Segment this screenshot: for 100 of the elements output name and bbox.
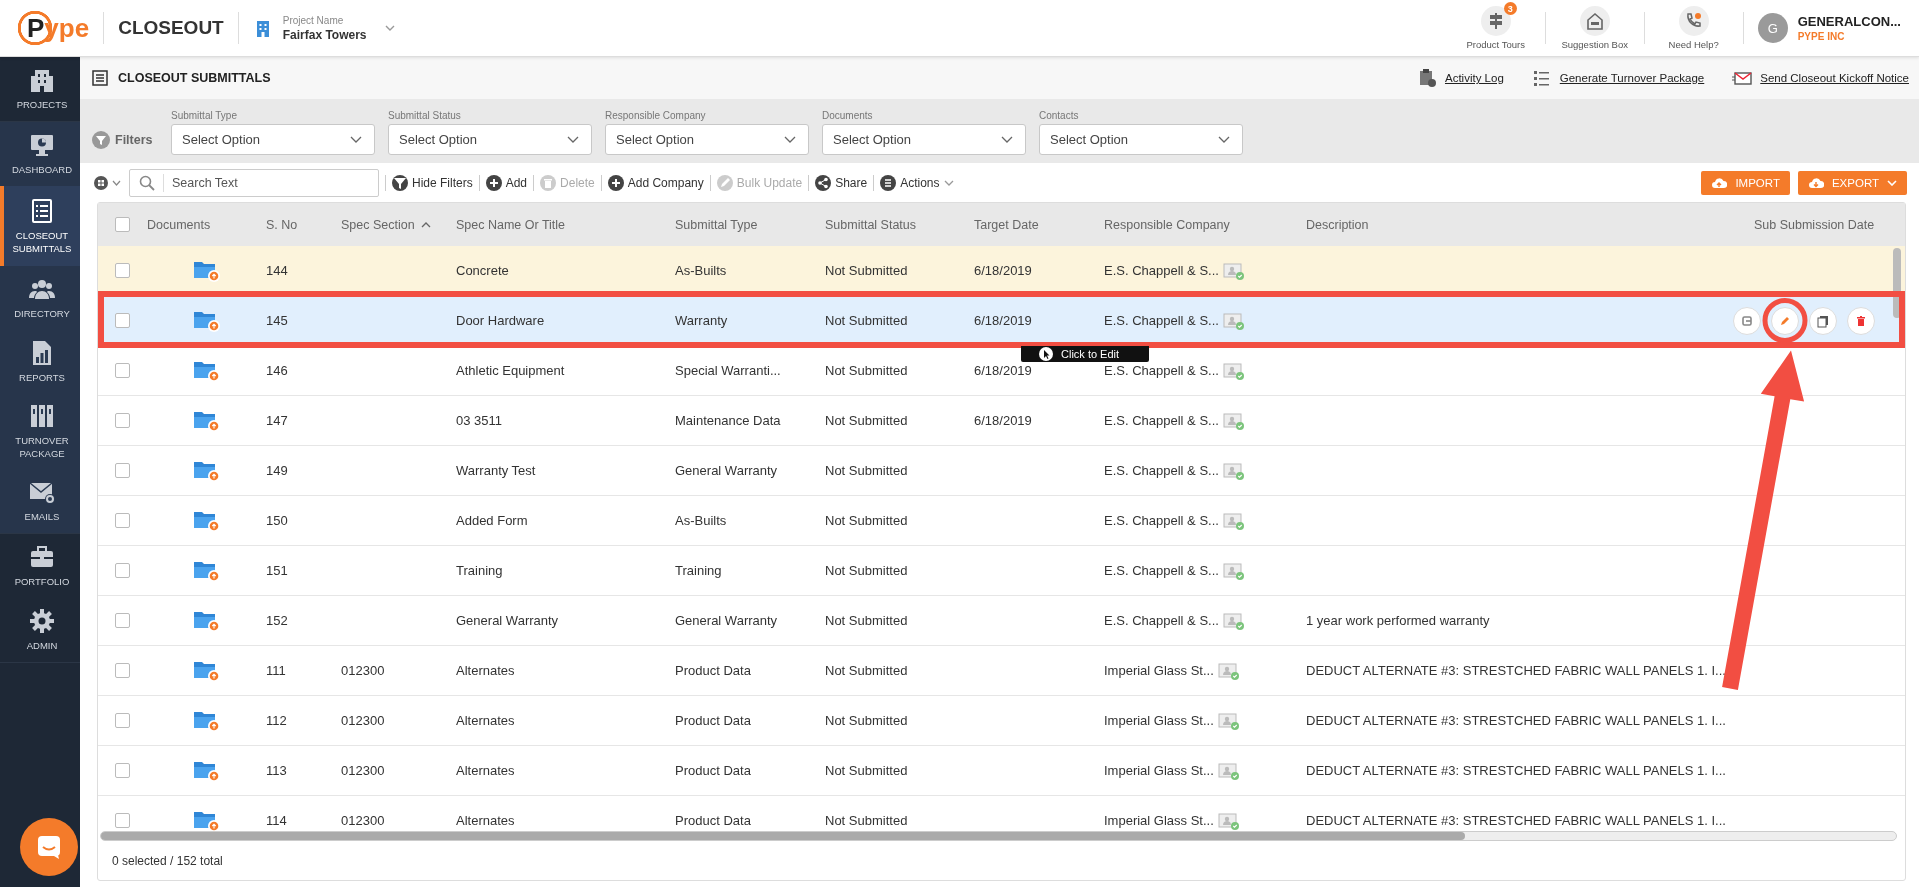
- number-cell: 149: [266, 463, 288, 478]
- chat-button[interactable]: [20, 818, 78, 876]
- checkbox[interactable]: [115, 217, 130, 232]
- checkbox[interactable]: [115, 663, 130, 678]
- user-menu[interactable]: G GENERALCON... PYPE INC: [1757, 13, 1901, 43]
- chevron-down-icon: [384, 25, 395, 31]
- checkbox[interactable]: [115, 313, 130, 328]
- date-cell: 6/18/2019: [974, 263, 1032, 278]
- table-cell: Product Data: [675, 813, 751, 828]
- company-cell: Imperial Glass St...: [1104, 813, 1214, 828]
- table-cell: General Warranty: [675, 613, 778, 628]
- binders-icon: [28, 402, 56, 430]
- sidebar-item[interactable]: PORTFOLIO: [0, 533, 80, 598]
- number-cell: 146: [266, 363, 288, 378]
- checklist-icon: [1531, 68, 1552, 88]
- count-badge: 3: [1503, 2, 1517, 15]
- checkbox[interactable]: [115, 813, 130, 828]
- select-field[interactable]: Select Option: [822, 124, 1026, 155]
- column-header[interactable]: Target Date: [974, 217, 1039, 232]
- toolbar-button[interactable]: Share: [815, 174, 868, 191]
- header-link[interactable]: Send Closeout Kickoff Notice: [1760, 72, 1909, 84]
- selection-count: 0 selected / 152 total: [111, 852, 224, 870]
- project-selector[interactable]: Project Name Fairfax Towers: [252, 14, 395, 42]
- status-cell: Not Submitted: [825, 363, 908, 378]
- contact-folder-icon: [1217, 710, 1240, 731]
- toolbar-tool-button[interactable]: Suggestion Box: [1551, 6, 1638, 50]
- status-cell: Not Submitted: [825, 313, 908, 328]
- toolbar-button[interactable]: Hide Filters: [392, 174, 473, 191]
- checkbox[interactable]: [115, 263, 130, 278]
- column-header[interactable]: Responsible Company: [1104, 217, 1230, 232]
- contact-folder-icon: [1222, 310, 1245, 331]
- header-link[interactable]: Generate Turnover Package: [1559, 72, 1705, 84]
- column-header[interactable]: Submittal Type: [675, 217, 758, 232]
- duplicate-button[interactable]: [1809, 306, 1837, 335]
- sidebar-item[interactable]: DIRECTORY: [0, 266, 80, 330]
- table-cell: Added Form: [456, 513, 528, 528]
- company-cell: Imperial Glass St...: [1104, 713, 1214, 728]
- field-label: Responsible Company: [605, 110, 707, 121]
- checkbox[interactable]: [115, 413, 130, 428]
- company-cell: E.S. Chappell & S...: [1104, 413, 1219, 428]
- chat-icon: [36, 834, 62, 860]
- column-header[interactable]: Spec Name Or Title: [456, 217, 566, 232]
- user-name: GENERALCON...: [1797, 14, 1901, 29]
- date-cell: 6/18/2019: [974, 363, 1032, 378]
- date-cell: 6/18/2019: [974, 313, 1032, 328]
- search-field[interactable]: Search Text: [129, 168, 379, 197]
- column-header[interactable]: Description: [1306, 217, 1369, 232]
- funnel-icon: [92, 131, 110, 149]
- delete-button[interactable]: [1847, 306, 1875, 335]
- toolbar-button[interactable]: Actions: [880, 174, 954, 191]
- contact-folder-icon: [1222, 260, 1245, 281]
- table-cell: As-Builts: [675, 513, 727, 528]
- checkbox[interactable]: [115, 513, 130, 528]
- sidebar-item[interactable]: TURNOVER PACKAGE: [0, 394, 80, 469]
- select-field[interactable]: Select Option: [171, 124, 375, 155]
- select-field[interactable]: Select Option: [605, 124, 809, 155]
- chevron-down-icon: [1001, 136, 1013, 143]
- checkbox[interactable]: [115, 563, 130, 578]
- sidebar-item[interactable]: CLOSEOUT SUBMITTALS: [0, 186, 80, 266]
- checkbox[interactable]: [115, 763, 130, 778]
- column-header[interactable]: Submittal Status: [825, 217, 916, 232]
- checkbox[interactable]: [115, 713, 130, 728]
- copy-button[interactable]: [1733, 306, 1761, 335]
- status-cell: Not Submitted: [825, 663, 908, 678]
- sidebar-item[interactable]: ADMIN: [0, 597, 80, 662]
- number-cell: 111: [266, 663, 286, 678]
- field-label: Documents: [822, 110, 874, 121]
- description-cell: DEDUCT ALTERNATE #3: STRESTCHED FABRIC WALL PANELS 1. I...: [1306, 763, 1726, 778]
- sidebar-item[interactable]: EMAILS: [0, 468, 80, 533]
- select-field[interactable]: Select Option: [1039, 124, 1243, 155]
- sidebar-item[interactable]: DASHBOARD: [0, 122, 80, 186]
- table-cell: Training: [675, 563, 722, 578]
- table-cell: Maintenance Data: [675, 413, 781, 428]
- table-cell: As-Builts: [675, 263, 727, 278]
- list-icon: [880, 174, 897, 191]
- view-toggle[interactable]: [94, 175, 121, 190]
- column-header[interactable]: Documents: [147, 217, 211, 232]
- toolbar-tool-button[interactable]: Need Help?: [1650, 6, 1737, 50]
- column-header[interactable]: Spec Section: [341, 217, 431, 232]
- sidebar-item[interactable]: PROJECTS: [0, 57, 80, 121]
- checkbox[interactable]: [115, 363, 130, 378]
- sidebar-item[interactable]: REPORTS: [0, 330, 80, 394]
- checkbox[interactable]: [115, 463, 130, 478]
- edit-button[interactable]: [1771, 306, 1799, 335]
- number-cell: 145: [266, 313, 288, 328]
- company-cell: Imperial Glass St...: [1104, 663, 1214, 678]
- toolbar-button[interactable]: Add Company: [607, 174, 704, 191]
- horizontal-scrollbar[interactable]: [100, 831, 1897, 841]
- annotation-circle: [1762, 298, 1808, 343]
- select-field[interactable]: Select Option: [388, 124, 592, 155]
- list-document-icon: [92, 70, 108, 86]
- checkbox[interactable]: [115, 613, 130, 628]
- column-header[interactable]: Sub Submission Date: [1754, 217, 1875, 232]
- column-header[interactable]: S. No: [266, 217, 298, 232]
- table-cell: 03 3511: [456, 413, 503, 428]
- company-cell: E.S. Chappell & S...: [1104, 313, 1219, 328]
- number-cell: 150: [266, 513, 288, 528]
- header-link[interactable]: Activity Log: [1444, 72, 1504, 84]
- toolbar-button[interactable]: Add: [485, 174, 528, 191]
- sort-chevron-icon: [420, 221, 431, 228]
